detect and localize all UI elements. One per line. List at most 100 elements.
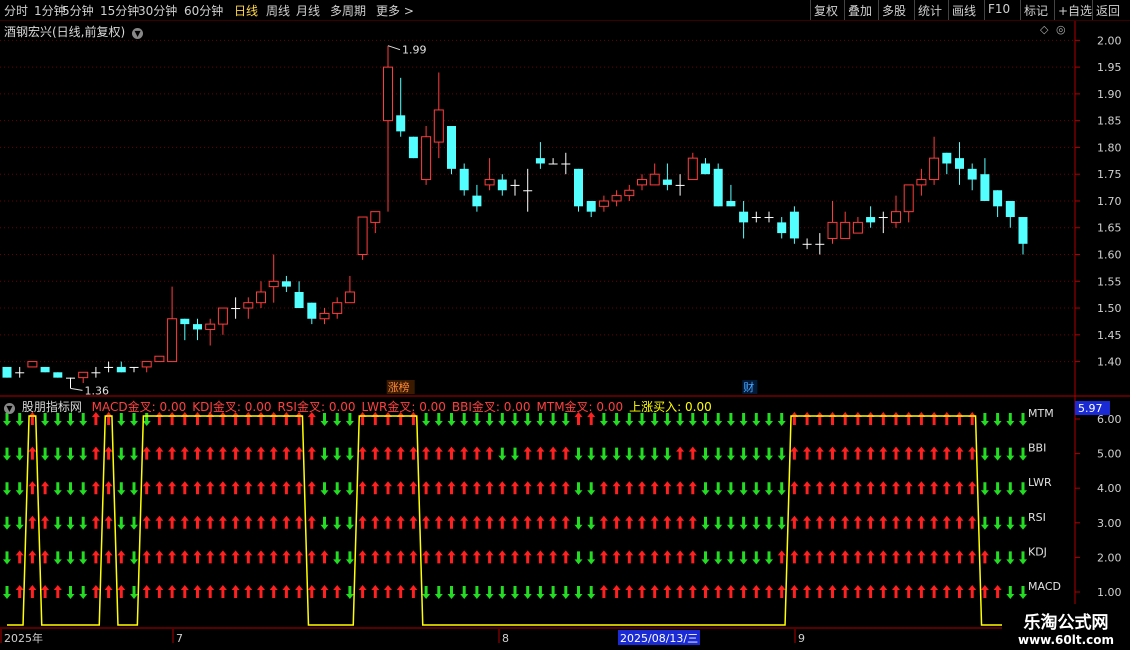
candle-body[interactable] xyxy=(739,211,749,223)
candle-body[interactable] xyxy=(141,361,152,368)
candle-body[interactable] xyxy=(624,189,635,197)
diamond-icon[interactable]: ◇ xyxy=(1040,23,1048,36)
candle-body[interactable] xyxy=(421,136,432,181)
candle-body[interactable] xyxy=(497,179,507,191)
candle-body[interactable] xyxy=(929,157,940,181)
candle-body[interactable] xyxy=(294,291,304,309)
candle-body[interactable] xyxy=(535,158,545,164)
candle-body[interactable] xyxy=(408,136,418,159)
candle-body[interactable] xyxy=(205,323,216,330)
candle-body[interactable] xyxy=(281,281,291,287)
candle-body[interactable] xyxy=(268,280,279,288)
event-tag[interactable]: 涨榜 xyxy=(388,380,410,394)
candle-body[interactable] xyxy=(713,168,723,207)
candle-body[interactable] xyxy=(40,366,50,373)
candle-body[interactable] xyxy=(217,307,228,325)
candle-body[interactable] xyxy=(472,195,482,207)
candle-body[interactable] xyxy=(764,217,774,219)
candle-body[interactable] xyxy=(53,372,63,378)
candle-body[interactable] xyxy=(15,372,25,374)
period-tab[interactable]: 周线 xyxy=(266,2,290,19)
candle-body[interactable] xyxy=(2,366,12,378)
candle-body[interactable] xyxy=(637,179,647,186)
toolbar-button[interactable]: F10 xyxy=(988,2,1010,16)
candle-body[interactable] xyxy=(447,126,456,169)
period-tab[interactable]: 5分钟 xyxy=(62,2,94,19)
indicator-dropdown-icon[interactable]: ▼ xyxy=(4,403,15,414)
candle-body[interactable] xyxy=(78,371,89,379)
candle-body[interactable] xyxy=(370,211,381,223)
period-tab[interactable]: 日线 xyxy=(234,2,258,19)
candle-body[interactable] xyxy=(815,243,825,245)
candle-body[interactable] xyxy=(777,222,787,234)
candle-body[interactable] xyxy=(561,163,571,165)
candle-body[interactable] xyxy=(903,184,914,213)
candle-body[interactable] xyxy=(852,221,863,234)
candle-body[interactable] xyxy=(687,157,698,181)
candle-body[interactable] xyxy=(726,200,736,207)
candle-body[interactable] xyxy=(840,221,851,239)
candle-body[interactable] xyxy=(344,291,355,304)
candle-body[interactable] xyxy=(598,200,609,207)
candle-body[interactable] xyxy=(91,372,101,374)
dropdown-icon[interactable]: ▼ xyxy=(132,28,144,39)
candle-body[interactable] xyxy=(243,302,254,309)
toolbar-button[interactable]: 返回 xyxy=(1096,2,1120,19)
toolbar-button[interactable]: 叠加 xyxy=(848,2,872,19)
candle-body[interactable] xyxy=(104,366,114,368)
candle-body[interactable] xyxy=(332,302,343,314)
candle-body[interactable] xyxy=(66,377,75,379)
toolbar-button[interactable]: 多股 xyxy=(882,2,906,19)
candle-body[interactable] xyxy=(383,66,393,122)
candle-body[interactable] xyxy=(256,291,266,304)
candle-body[interactable] xyxy=(891,211,901,223)
candle-body[interactable] xyxy=(586,200,596,212)
indicator-chart[interactable]: 6.005.004.003.002.001.005.97MACDKDJRSILW… xyxy=(0,397,1130,629)
candle-body[interactable] xyxy=(916,179,927,186)
candle-body[interactable] xyxy=(649,173,660,186)
candle-body[interactable] xyxy=(993,190,1003,207)
toolbar-button[interactable]: 统计 xyxy=(918,2,942,19)
candle-body[interactable] xyxy=(662,179,672,185)
candle-body[interactable] xyxy=(319,312,330,320)
candle-body[interactable] xyxy=(980,174,990,201)
candle-body[interactable] xyxy=(1005,200,1015,218)
candlestick-chart[interactable]: 2.00 1.95 1.90 1.85 1.80 1.75 1.70 1.65 1.60 1.55… xyxy=(0,21,1130,397)
toolbar-button[interactable]: +自选 xyxy=(1058,2,1092,19)
settings-icon[interactable]: ◎ xyxy=(1056,23,1066,36)
candle-body[interactable] xyxy=(180,318,190,325)
candle-body[interactable] xyxy=(357,216,368,256)
candle-body[interactable] xyxy=(129,366,139,368)
period-tab[interactable]: 1分钟 xyxy=(34,2,66,19)
period-tab[interactable]: 多周期 xyxy=(330,2,366,19)
candle-body[interactable] xyxy=(955,158,964,169)
candle-body[interactable] xyxy=(827,221,838,239)
candle-body[interactable] xyxy=(433,109,444,143)
period-tab[interactable]: 更多 > xyxy=(376,2,414,19)
candle-body[interactable] xyxy=(866,217,876,223)
candle-body[interactable] xyxy=(1018,217,1028,244)
toolbar-button[interactable]: 复权 xyxy=(814,2,838,19)
candle-body[interactable] xyxy=(701,163,710,175)
candle-body[interactable] xyxy=(396,115,406,132)
period-tab[interactable]: 分时 xyxy=(4,2,28,19)
candle-body[interactable] xyxy=(789,211,799,239)
candle-body[interactable] xyxy=(523,190,533,192)
toolbar-button[interactable]: 标记 xyxy=(1024,2,1048,19)
candle-body[interactable] xyxy=(942,152,952,164)
candle-body[interactable] xyxy=(116,366,126,373)
period-tab[interactable]: 30分钟 xyxy=(138,2,177,19)
period-tab[interactable]: 60分钟 xyxy=(184,2,223,19)
period-tab[interactable]: 月线 xyxy=(296,2,320,19)
candle-body[interactable] xyxy=(967,168,977,180)
candle-body[interactable] xyxy=(510,184,520,186)
candle-body[interactable] xyxy=(574,168,583,207)
candle-body[interactable] xyxy=(167,318,178,363)
candle-body[interactable] xyxy=(307,302,317,319)
candle-body[interactable] xyxy=(154,355,165,363)
candle-body[interactable] xyxy=(231,308,241,310)
candle-body[interactable] xyxy=(878,217,888,219)
candle-body[interactable] xyxy=(802,243,812,245)
candle-body[interactable] xyxy=(548,163,558,165)
event-tag[interactable]: 财 xyxy=(743,380,754,394)
